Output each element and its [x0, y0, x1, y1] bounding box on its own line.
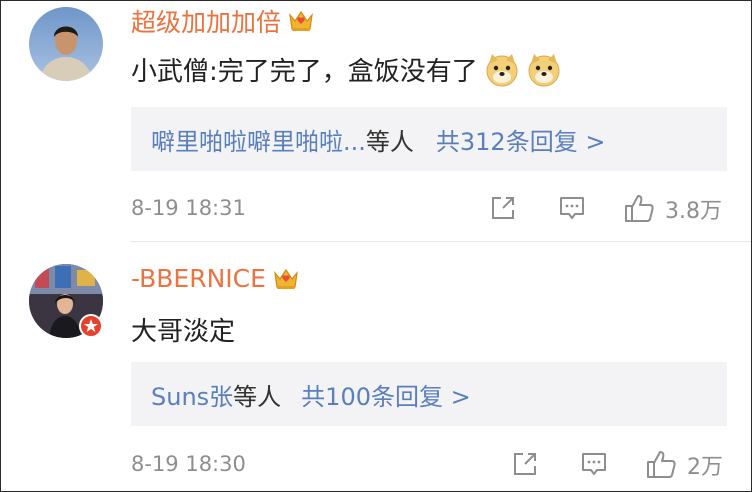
divider: [131, 241, 751, 242]
comment-item: 超级加加加倍 小武僧:完了完了，盒饭没有了 噼里啪啦噼里啪啦... 等人 共31…: [1, 1, 751, 241]
comment-text-content: 大哥淡定: [131, 317, 236, 347]
avatar[interactable]: [29, 7, 103, 81]
reply-count-link[interactable]: 共100条回复 >: [301, 377, 471, 412]
verified-badge-icon: [79, 314, 103, 338]
timestamp: 8-19 18:30: [131, 452, 246, 476]
reply-suffix: 等人: [365, 127, 414, 156]
comment-text: 大哥淡定: [131, 311, 235, 348]
username[interactable]: 超级加加加倍: [131, 3, 315, 39]
username[interactable]: -BBERNICE: [131, 264, 300, 293]
crown-icon: [274, 268, 298, 289]
crown-icon: [289, 10, 313, 31]
comment-icon[interactable]: [558, 194, 586, 222]
reply-preview[interactable]: Suns张 等人 共100条回复 >: [131, 362, 727, 426]
like-icon[interactable]: [645, 449, 677, 479]
doge-emoji: [486, 53, 518, 86]
like-count: 3.8万: [665, 199, 722, 224]
comment-item: -BBERNICE 大哥淡定 Suns张 等人 共100条回复 > 8-19 1…: [1, 243, 751, 491]
comment-text: 小武僧:完了完了，盒饭没有了: [131, 51, 562, 88]
username-text[interactable]: -BBERNICE: [131, 264, 266, 293]
like-count: 2万: [687, 455, 723, 480]
reply-users[interactable]: Suns张: [151, 377, 233, 412]
reply-suffix: 等人: [233, 382, 282, 411]
username-text[interactable]: 超级加加加倍: [131, 3, 281, 39]
doge-emoji: [528, 53, 560, 86]
reply-users[interactable]: 噼里啪啦噼里啪啦...: [151, 122, 366, 157]
comment-list: 超级加加加倍 小武僧:完了完了，盒饭没有了 噼里啪啦噼里啪啦... 等人 共31…: [0, 0, 752, 492]
reply-count-link[interactable]: 共312条回复 >: [436, 122, 606, 157]
comment-footer: 8-19 18:31 3.8万: [131, 190, 751, 226]
comment-icon[interactable]: [580, 450, 608, 478]
reply-preview[interactable]: 噼里啪啦噼里啪啦... 等人 共312条回复 >: [131, 107, 727, 171]
comment-footer: 8-19 18:30 2万: [131, 446, 751, 482]
share-icon[interactable]: [489, 194, 517, 222]
comment-text-content: 小武僧:完了完了，盒饭没有了: [131, 57, 478, 87]
like-icon[interactable]: [623, 193, 655, 223]
timestamp: 8-19 18:31: [131, 196, 246, 220]
share-icon[interactable]: [511, 450, 539, 478]
